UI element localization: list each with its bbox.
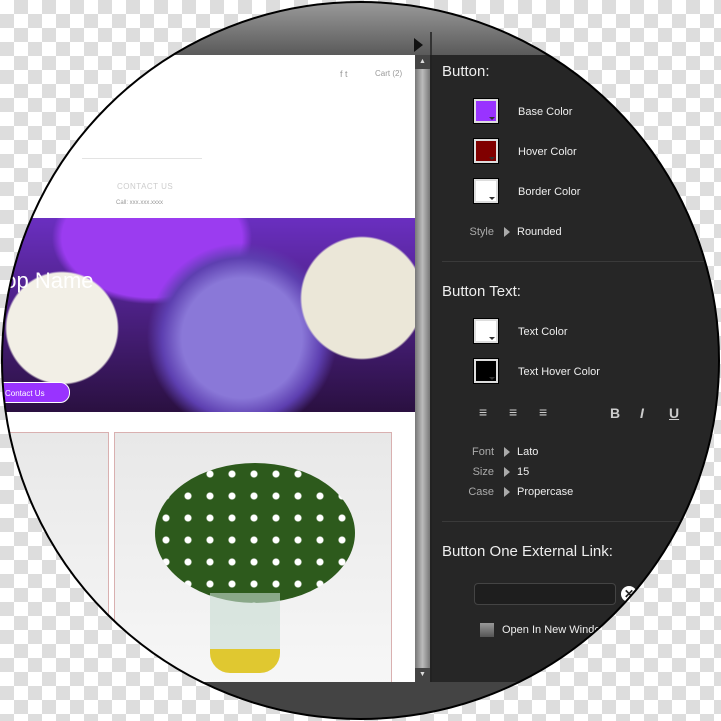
top-toolbar <box>2 2 719 55</box>
toolbar-divider <box>430 32 432 55</box>
case-value[interactable]: Propercase <box>517 486 573 498</box>
align-left-icon[interactable]: ≡ <box>539 404 547 420</box>
divider <box>82 158 202 159</box>
contact-us-button[interactable]: Contact Us <box>2 382 70 403</box>
case-label: Case <box>468 486 494 498</box>
text-hover-color-swatch[interactable] <box>474 359 498 383</box>
cart-link[interactable]: Cart (2) <box>375 69 402 78</box>
size-label: Size <box>472 466 494 478</box>
text-hover-color-label: Text Hover Color <box>518 366 600 378</box>
divider <box>442 261 719 262</box>
hover-color-swatch[interactable] <box>474 139 498 163</box>
style-value[interactable]: Rounded <box>517 226 562 238</box>
settings-panel: Button: Base Color Hover Color Border Co… <box>432 55 719 682</box>
border-color-swatch[interactable] <box>474 179 498 203</box>
divider <box>442 521 719 522</box>
open-new-window-label: Open In New Window <box>502 624 609 636</box>
contact-heading: CONTACT US <box>117 182 174 191</box>
daisy-bouquet-image <box>155 463 355 603</box>
case-dropdown-icon[interactable] <box>504 487 510 497</box>
scrollbar[interactable]: ▲ ▼ <box>415 55 430 682</box>
product-card[interactable] <box>2 432 109 682</box>
font-dropdown-icon[interactable] <box>504 447 510 457</box>
play-icon[interactable] <box>414 38 423 52</box>
scroll-down-icon[interactable]: ▼ <box>415 668 430 682</box>
underline-icon[interactable]: U <box>669 405 679 421</box>
align-right-icon[interactable]: ≡ <box>479 404 487 420</box>
external-link-input[interactable] <box>474 583 616 605</box>
clear-icon[interactable]: ✕ <box>621 586 637 602</box>
hover-color-label: Hover Color <box>518 146 577 158</box>
style-dropdown-icon[interactable] <box>504 227 510 237</box>
text-color-label: Text Color <box>518 326 568 338</box>
shop-name: hop Name <box>2 268 94 293</box>
scroll-up-icon[interactable]: ▲ <box>415 55 430 69</box>
font-label: Font <box>471 446 494 458</box>
align-center-icon[interactable]: ≡ <box>509 404 517 420</box>
product-card[interactable] <box>114 432 392 682</box>
hero-image: hop Name Contact Us <box>2 218 415 412</box>
font-value[interactable]: Lato <box>517 446 538 458</box>
base-color-label: Base Color <box>518 106 573 118</box>
section-title: Button Text: <box>442 283 521 300</box>
style-label: Style <box>469 226 494 238</box>
bold-icon[interactable]: B <box>610 405 620 421</box>
border-color-label: Border Color <box>518 186 581 198</box>
size-value[interactable]: 15 <box>517 466 529 478</box>
circular-crop: f t Cart (2) CONTACT US Call: xxx.xxx.xx… <box>2 2 719 719</box>
bottom-bar <box>2 682 719 719</box>
open-new-window-checkbox[interactable] <box>480 623 494 637</box>
section-title: Button: <box>442 63 490 80</box>
size-dropdown-icon[interactable] <box>504 467 510 477</box>
phone-text: Call: xxx.xxx.xxxx <box>116 200 164 206</box>
italic-icon[interactable]: I <box>640 405 644 421</box>
vase-image <box>210 593 280 673</box>
base-color-swatch[interactable] <box>474 99 498 123</box>
social-icons[interactable]: f t <box>340 69 348 79</box>
website-preview: f t Cart (2) CONTACT US Call: xxx.xxx.xx… <box>2 55 415 682</box>
text-color-swatch[interactable] <box>474 319 498 343</box>
section-title: Button One External Link: <box>442 543 613 560</box>
